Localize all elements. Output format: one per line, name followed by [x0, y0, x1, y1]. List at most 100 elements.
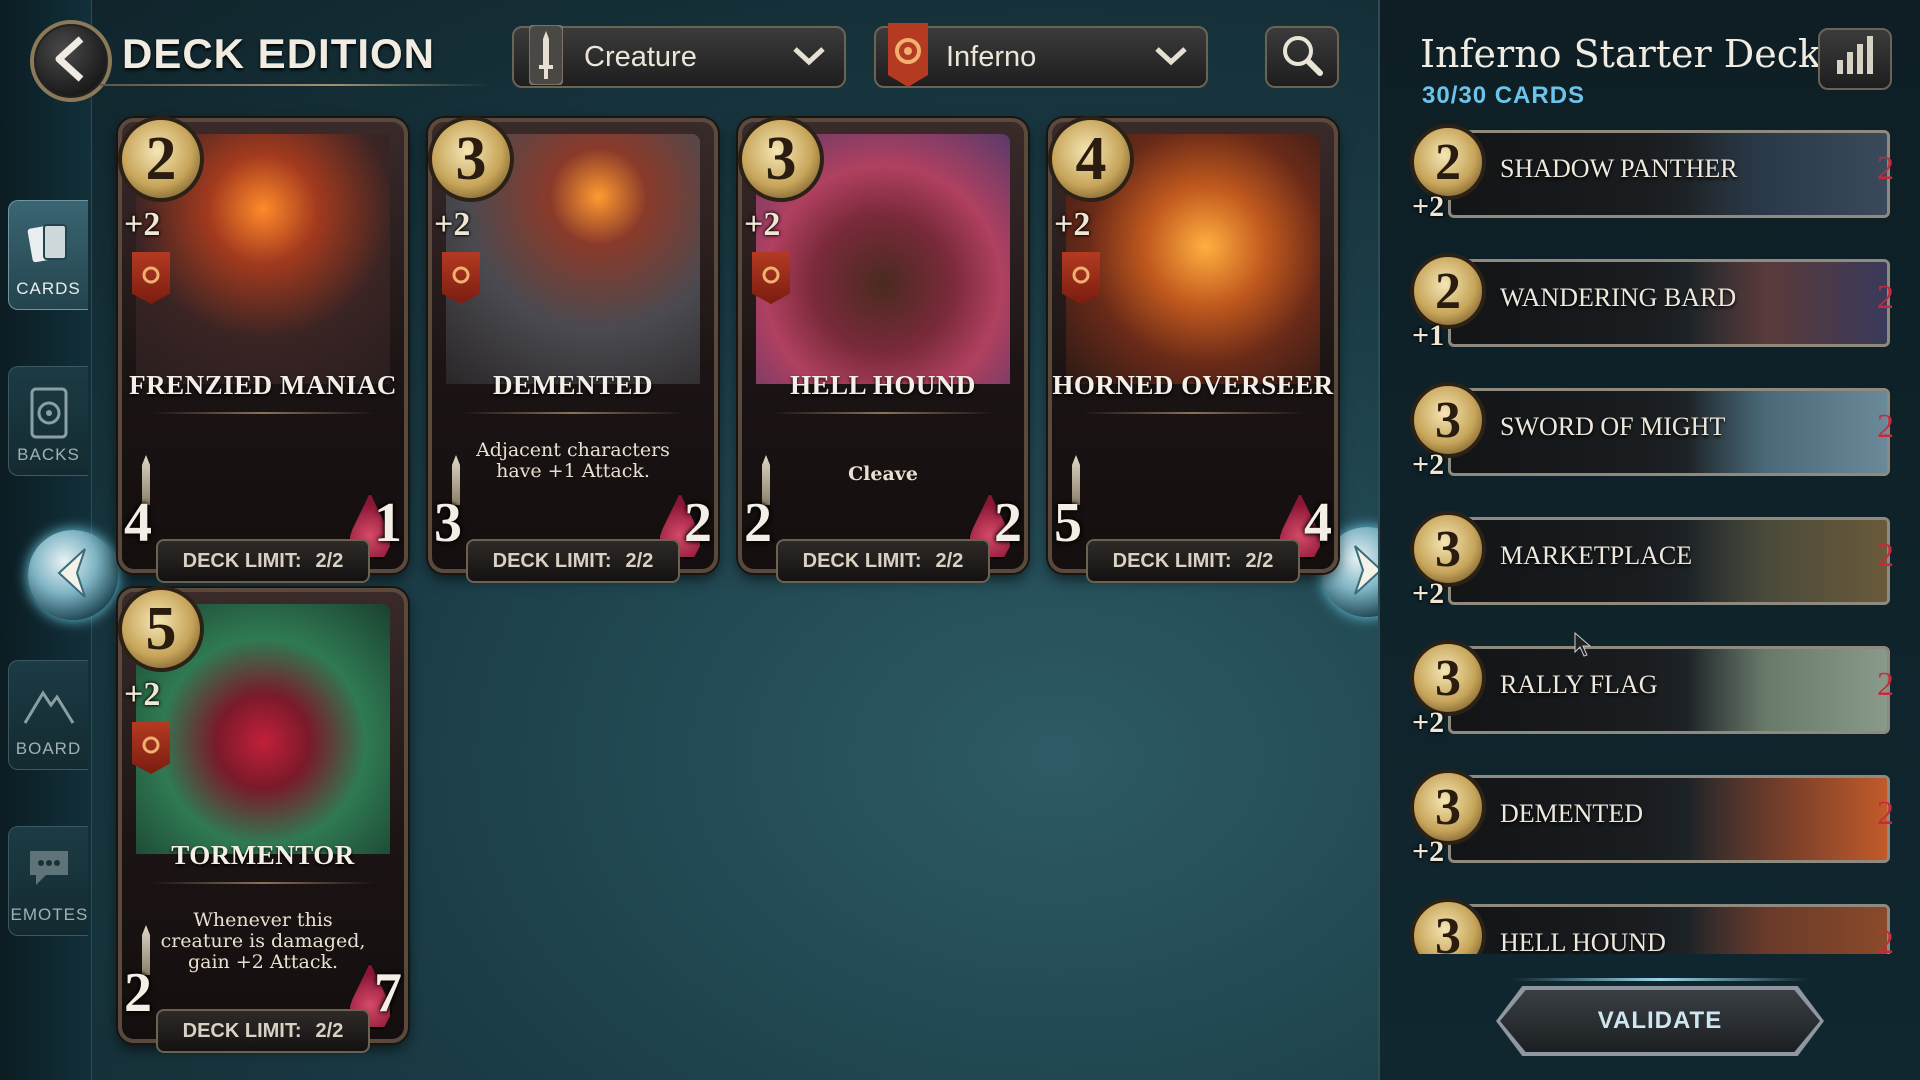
tab-label: CARDS [16, 279, 81, 298]
card-bonus: +2 [124, 206, 161, 243]
card-name: FRENZIED MANIAC [129, 370, 397, 400]
deck-item-quantity: 2 [1877, 279, 1894, 316]
deck-limit-value: 2/2 [625, 549, 654, 572]
mouse-cursor-icon [1574, 631, 1592, 662]
deck-panel: Inferno Starter Deck 30/30 CARDS 2 +2 SHAD… [1378, 0, 1920, 1080]
card-ability: Adjacent characters have +1 Attack. [476, 439, 670, 482]
card-name: DEMENTED [492, 370, 653, 400]
deck-list-item[interactable]: 3 +2 SWORD OF MIGHT 2 [1410, 382, 1894, 481]
card-health: 1 [374, 492, 402, 554]
deck-card-count: 30/30 CARDS [1422, 82, 1586, 109]
deck-item-bonus: +2 [1412, 577, 1445, 610]
card-bonus: +2 [1054, 206, 1091, 243]
search-button[interactable] [1265, 26, 1339, 88]
inferno-emblem-icon [442, 252, 480, 304]
type-filter-dropdown[interactable]: Creature [512, 25, 846, 88]
card-health: 2 [684, 492, 712, 554]
card-attack: 3 [434, 492, 462, 554]
bar-chart-icon [1837, 60, 1843, 74]
tab-backs[interactable]: BACKS [8, 366, 88, 476]
deck-list-item[interactable]: 3 +2 DEMENTED 2 [1410, 769, 1894, 868]
card-attack: 2 [124, 962, 152, 1024]
deck-limit: DECK LIMIT: 2/2 [466, 539, 680, 583]
card-name: HORNED OVERSEER [1052, 370, 1334, 400]
validate-button[interactable]: VALIDATE [1500, 990, 1820, 1052]
card[interactable]: 3 +2 DEMENTED Adjacent characters have +1 A… [428, 116, 718, 583]
card-attack: 5 [1054, 492, 1082, 554]
chevron-left-icon [51, 35, 91, 87]
deck-list-item[interactable]: 3 +2 RALLY FLAG 2 [1410, 640, 1894, 739]
deck-item-name: DEMENTED [1500, 799, 1643, 828]
card-ability: Whenever this creature is damaged, gain … [160, 909, 366, 973]
deck-list-item[interactable]: 2 +2 SHADOW PANTHER 2 [1410, 124, 1894, 223]
card-bonus: +2 [744, 206, 781, 243]
deck-item-quantity: 2 [1877, 408, 1894, 445]
bar-chart-icon [1847, 52, 1853, 74]
divider [1082, 412, 1304, 414]
divider [772, 412, 994, 414]
deck-item-bonus: +2 [1412, 448, 1445, 481]
tab-label: BOARD [15, 739, 82, 758]
deck-item-bonus: +2 [1412, 706, 1445, 739]
deck-list-item[interactable]: 3 +2 MARKETPLACE 2 [1410, 511, 1894, 610]
chevron-down-icon [1154, 41, 1188, 74]
bar-chart-icon [1867, 36, 1873, 74]
deck-limit-value: 2/2 [315, 549, 344, 572]
card[interactable]: 5 +2 TORMENTOR Whenever this creature is da… [118, 586, 408, 1053]
deck-limit: DECK LIMIT: 2/2 [1086, 539, 1300, 583]
deck-limit-value: 2/2 [315, 1019, 344, 1042]
deck-item-name: SHADOW PANTHER [1500, 154, 1738, 183]
card[interactable]: 4 +2 HORNED OVERSEER 5 4 DECK LIMIT: 2/2 [1048, 116, 1338, 583]
card-bonus: +2 [434, 206, 471, 243]
inferno-emblem-icon [132, 252, 170, 304]
card[interactable]: 2 +2 FRENZIED MANIAC 4 1 DECK LIMIT: 2/2 [118, 116, 408, 583]
deck-name: Inferno Starter Deck [1420, 32, 1822, 76]
deck-limit-value: 2/2 [935, 549, 964, 572]
card-name: TORMENTOR [171, 840, 355, 870]
divider [462, 412, 684, 414]
card-health: 7 [374, 962, 402, 1024]
deck-item-quantity: 2 [1877, 150, 1894, 187]
type-filter-value: Creature [584, 40, 697, 73]
deck-limit-label: DECK LIMIT: [492, 549, 612, 572]
card-bonus: +2 [124, 676, 161, 713]
deck-item-name: MARKETPLACE [1500, 541, 1693, 570]
tab-emotes[interactable]: EMOTES [8, 826, 88, 936]
deck-item-bonus: +2 [1412, 835, 1445, 868]
card-cost: 3 [428, 116, 514, 202]
card-cost: 3 [738, 116, 824, 202]
deck-list-item[interactable]: 2 +1 WANDERING BARD 2 [1410, 253, 1894, 352]
card[interactable]: 3 +2 HELL HOUND Cleave 2 2 DECK LIMIT: 2/2 [738, 116, 1028, 583]
previous-page-button[interactable] [28, 530, 118, 620]
deck-item-quantity: 2 [1877, 924, 1894, 954]
deck-item-cost: 2 [1410, 253, 1486, 329]
deck-list-item-art [1687, 778, 1887, 860]
deck-limit-label: DECK LIMIT: [182, 1019, 302, 1042]
faction-filter-dropdown[interactable]: Inferno [874, 23, 1208, 88]
divider [152, 412, 374, 414]
cards-icon [24, 219, 74, 280]
inferno-emblem-icon [132, 722, 170, 774]
deck-list-item[interactable]: 3 HELL HOUND 2 [1410, 898, 1894, 954]
deck-limit-label: DECK LIMIT: [182, 549, 302, 572]
deck-limit: DECK LIMIT: 2/2 [776, 539, 990, 583]
card-ability: Cleave [848, 463, 918, 485]
search-icon [1280, 33, 1324, 81]
tab-cards[interactable]: CARDS [8, 200, 88, 310]
deck-stats-button[interactable] [1818, 28, 1892, 90]
chevron-down-icon [792, 41, 826, 74]
deck-item-bonus: +2 [1412, 190, 1445, 223]
speech-bubble-icon [24, 845, 74, 896]
card-attack: 4 [124, 492, 152, 554]
card-name: HELL HOUND [790, 370, 976, 400]
deck-card-list[interactable]: 2 +2 SHADOW PANTHER 2 2 +1 WANDERING BARD 2 3 +2 S… [1410, 124, 1910, 954]
deck-item-cost: 3 [1410, 769, 1486, 845]
divider [152, 882, 374, 884]
deck-list-item-art [1687, 907, 1887, 954]
back-button[interactable] [30, 20, 112, 102]
chevron-left-icon [55, 547, 91, 603]
deck-limit: DECK LIMIT: 2/2 [156, 1009, 370, 1053]
tab-board[interactable]: BOARD [8, 660, 88, 770]
inferno-emblem-icon [1062, 252, 1100, 304]
deck-item-name: SWORD OF MIGHT [1500, 412, 1726, 441]
